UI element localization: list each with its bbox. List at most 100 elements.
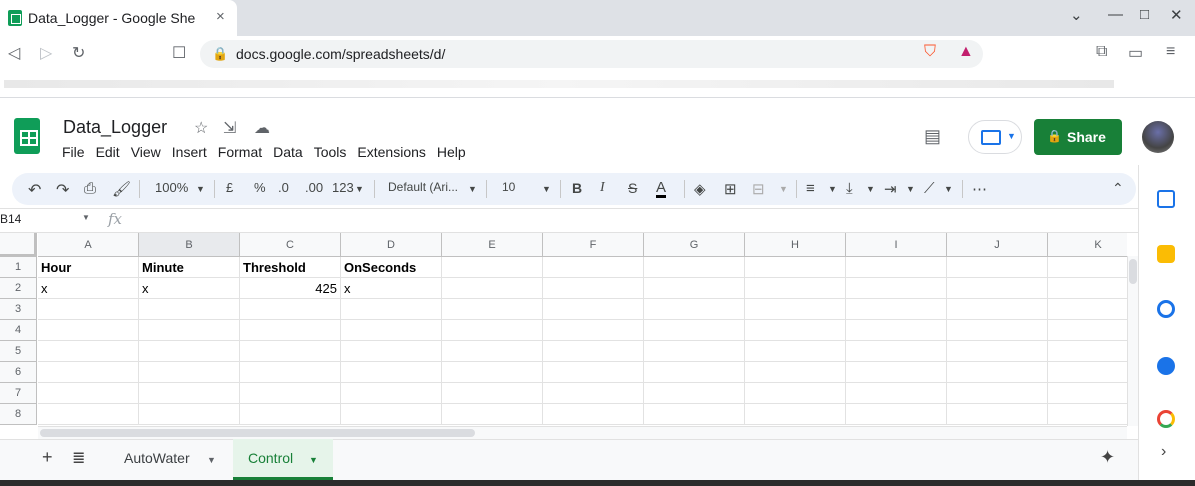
menu-insert[interactable]: Insert (172, 144, 207, 164)
row-header-2[interactable]: 2 (0, 278, 37, 299)
cell-b3[interactable] (139, 299, 240, 320)
sheet-tab-autowater[interactable]: AutoWater (124, 450, 190, 466)
chevron-down-icon[interactable]: ▼ (906, 184, 915, 194)
cell-j3[interactable] (947, 299, 1048, 320)
menu-edit[interactable]: Edit (96, 144, 120, 164)
column-header-a[interactable]: A (38, 233, 139, 257)
browser-menu-icon[interactable]: ≡ (1166, 43, 1175, 61)
column-header-k[interactable]: K (1048, 233, 1127, 257)
extensions-icon[interactable]: ⧉ (1096, 43, 1107, 61)
cell-d4[interactable] (341, 320, 442, 341)
all-sheets-icon[interactable]: ≣ (72, 448, 85, 468)
cell-h1[interactable] (745, 257, 846, 278)
undo-icon[interactable]: ↶ (28, 180, 41, 200)
sheet-tab-control[interactable]: Control (248, 450, 293, 466)
cell-e6[interactable] (442, 362, 543, 383)
percent-button[interactable]: % (254, 180, 266, 195)
cell-k2[interactable] (1048, 278, 1127, 299)
menu-format[interactable]: Format (218, 144, 262, 164)
font-size-select[interactable]: 10 (502, 180, 515, 194)
cell-h6[interactable] (745, 362, 846, 383)
select-all-corner[interactable] (0, 233, 37, 257)
column-header-g[interactable]: G (644, 233, 745, 257)
cell-f5[interactable] (543, 341, 644, 362)
cell-g7[interactable] (644, 383, 745, 404)
chevron-down-icon[interactable]: ▼ (196, 184, 205, 194)
text-color-button[interactable]: A (656, 180, 667, 198)
collapse-toolbar-icon[interactable]: ⌃ (1112, 180, 1124, 197)
wallet-icon[interactable]: ▭ (1128, 43, 1143, 63)
cell-i6[interactable] (846, 362, 947, 383)
url-text[interactable]: docs.google.com/spreadsheets/d/ (236, 46, 445, 62)
cell-k1[interactable] (1048, 257, 1127, 278)
back-icon[interactable]: ◁ (8, 43, 20, 63)
cell-b1[interactable]: Minute (139, 257, 240, 278)
cell-c2[interactable]: 425 (240, 278, 341, 299)
add-sheet-icon[interactable]: + (42, 447, 53, 468)
column-header-e[interactable]: E (442, 233, 543, 257)
zoom-select[interactable]: 100% (155, 180, 188, 195)
star-icon[interactable]: ☆ (194, 118, 208, 138)
chevron-down-icon[interactable]: ▼ (779, 184, 788, 194)
expand-panel-icon[interactable]: › (1161, 443, 1166, 461)
cell-f6[interactable] (543, 362, 644, 383)
print-icon[interactable]: ⎙ (84, 180, 96, 197)
cell-j7[interactable] (947, 383, 1048, 404)
menu-view[interactable]: View (131, 144, 161, 164)
row-header-7[interactable]: 7 (0, 383, 37, 404)
cell-f8[interactable] (543, 404, 644, 425)
cell-b5[interactable] (139, 341, 240, 362)
cell-d1[interactable]: OnSeconds (341, 257, 442, 278)
name-box[interactable]: B14 (0, 212, 21, 226)
column-header-i[interactable]: I (846, 233, 947, 257)
paint-format-icon[interactable]: 🖌 (112, 180, 131, 198)
cell-k6[interactable] (1048, 362, 1127, 383)
cell-k4[interactable] (1048, 320, 1127, 341)
bookmark-icon[interactable]: ☐ (172, 43, 186, 63)
cell-i4[interactable] (846, 320, 947, 341)
avatar[interactable] (1142, 121, 1174, 153)
chevron-down-icon[interactable]: ▼ (207, 455, 216, 465)
cell-e1[interactable] (442, 257, 543, 278)
menu-file[interactable]: File (62, 144, 85, 164)
cell-e4[interactable] (442, 320, 543, 341)
borders-icon[interactable]: ⊞ (724, 180, 737, 198)
chevron-down-icon[interactable]: ▼ (309, 455, 318, 465)
move-folder-icon[interactable]: ⇲ (223, 118, 236, 138)
bold-button[interactable]: B (572, 180, 582, 196)
reload-icon[interactable]: ↻ (72, 43, 85, 63)
cell-b6[interactable] (139, 362, 240, 383)
cell-j6[interactable] (947, 362, 1048, 383)
row-header-3[interactable]: 3 (0, 299, 37, 320)
cell-h7[interactable] (745, 383, 846, 404)
cell-g3[interactable] (644, 299, 745, 320)
cell-d6[interactable] (341, 362, 442, 383)
row-header-8[interactable]: 8 (0, 404, 37, 425)
currency-button[interactable]: £ (226, 180, 233, 195)
explore-icon[interactable]: ✦ (1100, 447, 1115, 468)
cell-g6[interactable] (644, 362, 745, 383)
cell-f4[interactable] (543, 320, 644, 341)
spreadsheet-grid[interactable]: A B C D E F G H I J K 1 2 3 4 5 6 7 8 Ho… (0, 233, 1127, 425)
column-header-b[interactable]: B (139, 233, 240, 257)
contacts-icon[interactable] (1157, 357, 1175, 375)
cell-j1[interactable] (947, 257, 1048, 278)
calendar-icon[interactable] (1157, 190, 1175, 208)
cell-j5[interactable] (947, 341, 1048, 362)
cell-k7[interactable] (1048, 383, 1127, 404)
cell-c4[interactable] (240, 320, 341, 341)
cell-f3[interactable] (543, 299, 644, 320)
column-header-j[interactable]: J (947, 233, 1048, 257)
row-header-6[interactable]: 6 (0, 362, 37, 383)
row-header-5[interactable]: 5 (0, 341, 37, 362)
more-icon[interactable]: ⋯ (972, 180, 987, 198)
cell-e7[interactable] (442, 383, 543, 404)
vertical-align-icon[interactable]: ⤓ (846, 180, 853, 197)
cell-j8[interactable] (947, 404, 1048, 425)
cell-h4[interactable] (745, 320, 846, 341)
present-button[interactable]: ▼ (968, 120, 1022, 154)
column-header-f[interactable]: F (543, 233, 644, 257)
minimize-icon[interactable]: — (1108, 6, 1123, 23)
cell-g5[interactable] (644, 341, 745, 362)
cell-e8[interactable] (442, 404, 543, 425)
